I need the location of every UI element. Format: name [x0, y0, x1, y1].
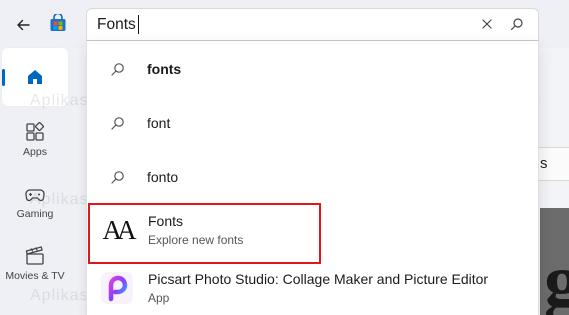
suggestion-text: fonto — [147, 169, 179, 185]
sidebar-item-gaming[interactable]: Gaming — [2, 186, 68, 220]
sidebar-nav: Apps Gaming Movies & TV — [0, 48, 72, 315]
search-bar[interactable]: Fonts — [86, 8, 539, 41]
app-name: Picsart Photo Studio: Collage Maker and … — [148, 271, 489, 287]
highlight-annotation-box — [88, 203, 321, 264]
search-submit-button[interactable] — [510, 17, 524, 31]
search-input[interactable]: Fonts — [97, 9, 139, 40]
search-suggestions-dropdown: fonts font fonto AA Fonts Explore new fo… — [86, 41, 539, 315]
suggestion-item[interactable]: fonts — [87, 43, 538, 95]
background-image-glyph: g — [544, 240, 569, 315]
background-partial-image: g — [540, 208, 569, 315]
suggestion-item[interactable]: font — [87, 97, 538, 149]
sidebar-item-label: Gaming — [16, 208, 54, 220]
search-input-value: Fonts — [97, 15, 136, 33]
home-icon — [28, 70, 42, 84]
sidebar-item-label: Movies & TV — [5, 270, 65, 282]
microsoft-store-logo — [49, 12, 67, 32]
app-subtitle: App — [148, 291, 170, 305]
sidebar-item-apps[interactable]: Apps — [2, 122, 68, 158]
gamepad-icon — [25, 189, 45, 202]
back-button[interactable] — [10, 12, 36, 38]
background-button-text: s — [540, 155, 548, 172]
sidebar-item-home[interactable] — [2, 48, 68, 106]
clapperboard-icon — [25, 246, 44, 265]
apps-icon — [26, 122, 44, 141]
active-nav-indicator — [2, 69, 5, 86]
search-icon — [110, 62, 124, 76]
back-arrow-icon — [17, 19, 30, 31]
suggestion-item[interactable]: fonto — [87, 151, 538, 203]
clear-search-button[interactable] — [480, 17, 494, 31]
suggestion-text: font — [147, 115, 171, 131]
picsart-app-icon — [97, 268, 137, 308]
sidebar-item-label: Apps — [23, 146, 47, 158]
search-icon — [510, 18, 523, 31]
close-icon — [482, 19, 492, 29]
search-icon — [110, 170, 124, 184]
app-result-picsart[interactable]: Picsart Photo Studio: Collage Maker and … — [87, 261, 538, 315]
sidebar-item-movies-tv[interactable]: Movies & TV — [2, 246, 68, 282]
suggestion-text: fonts — [147, 61, 182, 77]
text-caret — [137, 15, 139, 34]
search-icon — [110, 116, 124, 130]
